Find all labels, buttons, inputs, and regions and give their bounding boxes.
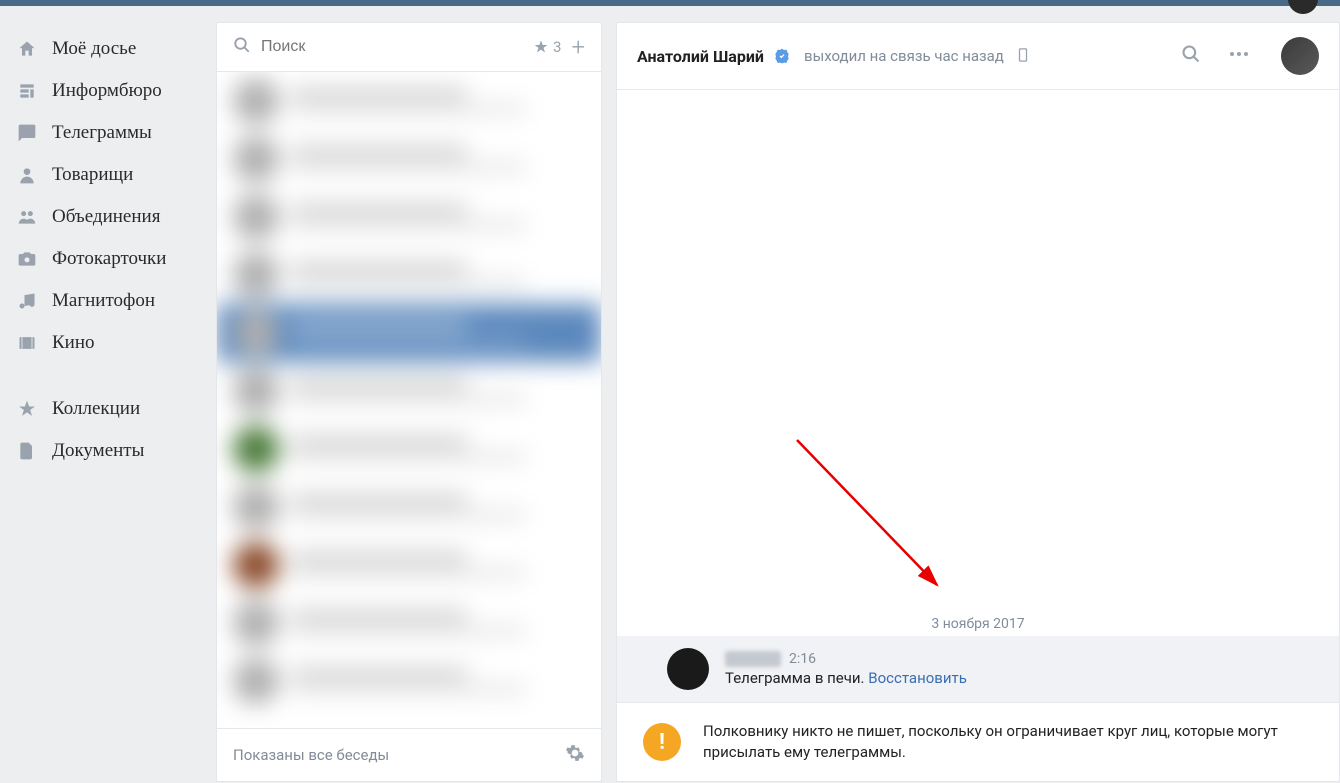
message-avatar[interactable]: [667, 648, 709, 690]
messages-icon: [16, 122, 38, 144]
sidebar-item-profile[interactable]: Моё досье: [10, 28, 210, 70]
dialogs-list[interactable]: [217, 72, 601, 728]
date-divider: 3 ноября 2017: [617, 616, 1339, 632]
sidebar-item-groups[interactable]: Объединения: [10, 196, 210, 238]
notice-text: Полковнику никто не пишет, поскольку он …: [703, 721, 1313, 763]
sidebar-item-label: Фотокарточки: [52, 248, 166, 270]
sidebar-item-label: Объединения: [52, 206, 160, 228]
docs-icon: [16, 440, 38, 462]
layout: Моё досье Информбюро Телеграммы Товарищи…: [0, 6, 1340, 783]
dialogs-panel: 3 + Показаны все беседы: [216, 22, 602, 782]
dialogs-footer: Показаны все беседы: [217, 728, 601, 781]
sidebar-item-label: Магнитофон: [52, 290, 155, 312]
restriction-notice: ! Полковнику никто не пишет, поскольку о…: [617, 702, 1339, 781]
verified-icon: [774, 48, 790, 64]
home-icon: [16, 38, 38, 60]
dialogs-header: 3 +: [217, 23, 601, 72]
sidebar-item-video[interactable]: Кино: [10, 322, 210, 364]
photos-icon: [16, 248, 38, 270]
sidebar-item-news[interactable]: Информбюро: [10, 70, 210, 112]
sidebar-item-label: Коллекции: [52, 398, 140, 420]
new-dialog-button[interactable]: +: [571, 33, 585, 61]
sidebar-item-label: Документы: [52, 440, 144, 462]
chat-status: выходил на связь час назад: [804, 47, 1004, 65]
sidebar-item-label: Моё досье: [52, 38, 136, 60]
sidebar-item-music[interactable]: Магнитофон: [10, 280, 210, 322]
message-sender-redacted: [725, 651, 781, 667]
chat-search-icon[interactable]: [1173, 44, 1209, 68]
sidebar: Моё досье Информбюро Телеграммы Товарищи…: [0, 6, 210, 783]
chat-panel: Анатолий Шарий выходил на связь час наза…: [616, 22, 1340, 782]
sidebar-item-label: Телеграммы: [52, 122, 152, 144]
gear-icon[interactable]: [565, 743, 585, 767]
arrow-annotation: [787, 430, 967, 610]
friends-icon: [16, 164, 38, 186]
sidebar-item-friends[interactable]: Товарищи: [10, 154, 210, 196]
search-icon: [233, 36, 251, 58]
more-icon[interactable]: [1219, 42, 1259, 70]
sidebar-item-label: Кино: [52, 332, 95, 354]
sidebar-item-photos[interactable]: Фотокарточки: [10, 238, 210, 280]
deleted-text: Телеграмма в печи.: [725, 669, 868, 687]
chat-avatar[interactable]: [1281, 37, 1319, 75]
groups-icon: [16, 206, 38, 228]
restore-link[interactable]: Восстановить: [868, 669, 967, 687]
chat-name[interactable]: Анатолий Шарий: [637, 47, 764, 66]
chat-header: Анатолий Шарий выходил на связь час наза…: [617, 23, 1339, 90]
starred-count: 3: [553, 38, 561, 56]
starred-filter[interactable]: 3: [533, 38, 561, 56]
sidebar-item-label: Информбюро: [52, 80, 162, 102]
search-input[interactable]: [261, 38, 523, 56]
sidebar-item-messages[interactable]: Телеграммы: [10, 112, 210, 154]
music-icon: [16, 290, 38, 312]
sidebar-item-bookmarks[interactable]: Коллекции: [10, 388, 210, 430]
warning-icon: !: [643, 723, 681, 761]
star-icon: [16, 398, 38, 420]
sidebar-item-label: Товарищи: [52, 164, 133, 186]
message-time: 2:16: [789, 651, 816, 667]
dialogs-footer-text: Показаны все беседы: [233, 746, 389, 764]
sidebar-item-documents[interactable]: Документы: [10, 430, 210, 472]
mobile-icon: [1018, 47, 1028, 66]
deleted-message: 2:16 Телеграмма в печи. Восстановить: [617, 636, 1339, 702]
video-icon: [16, 332, 38, 354]
chat-body: 3 ноября 2017 2:16 Телеграмма в печи. Во…: [617, 90, 1339, 702]
topbar: [0, 0, 1340, 6]
news-icon: [16, 80, 38, 102]
message-text: Телеграмма в печи. Восстановить: [725, 669, 1319, 687]
